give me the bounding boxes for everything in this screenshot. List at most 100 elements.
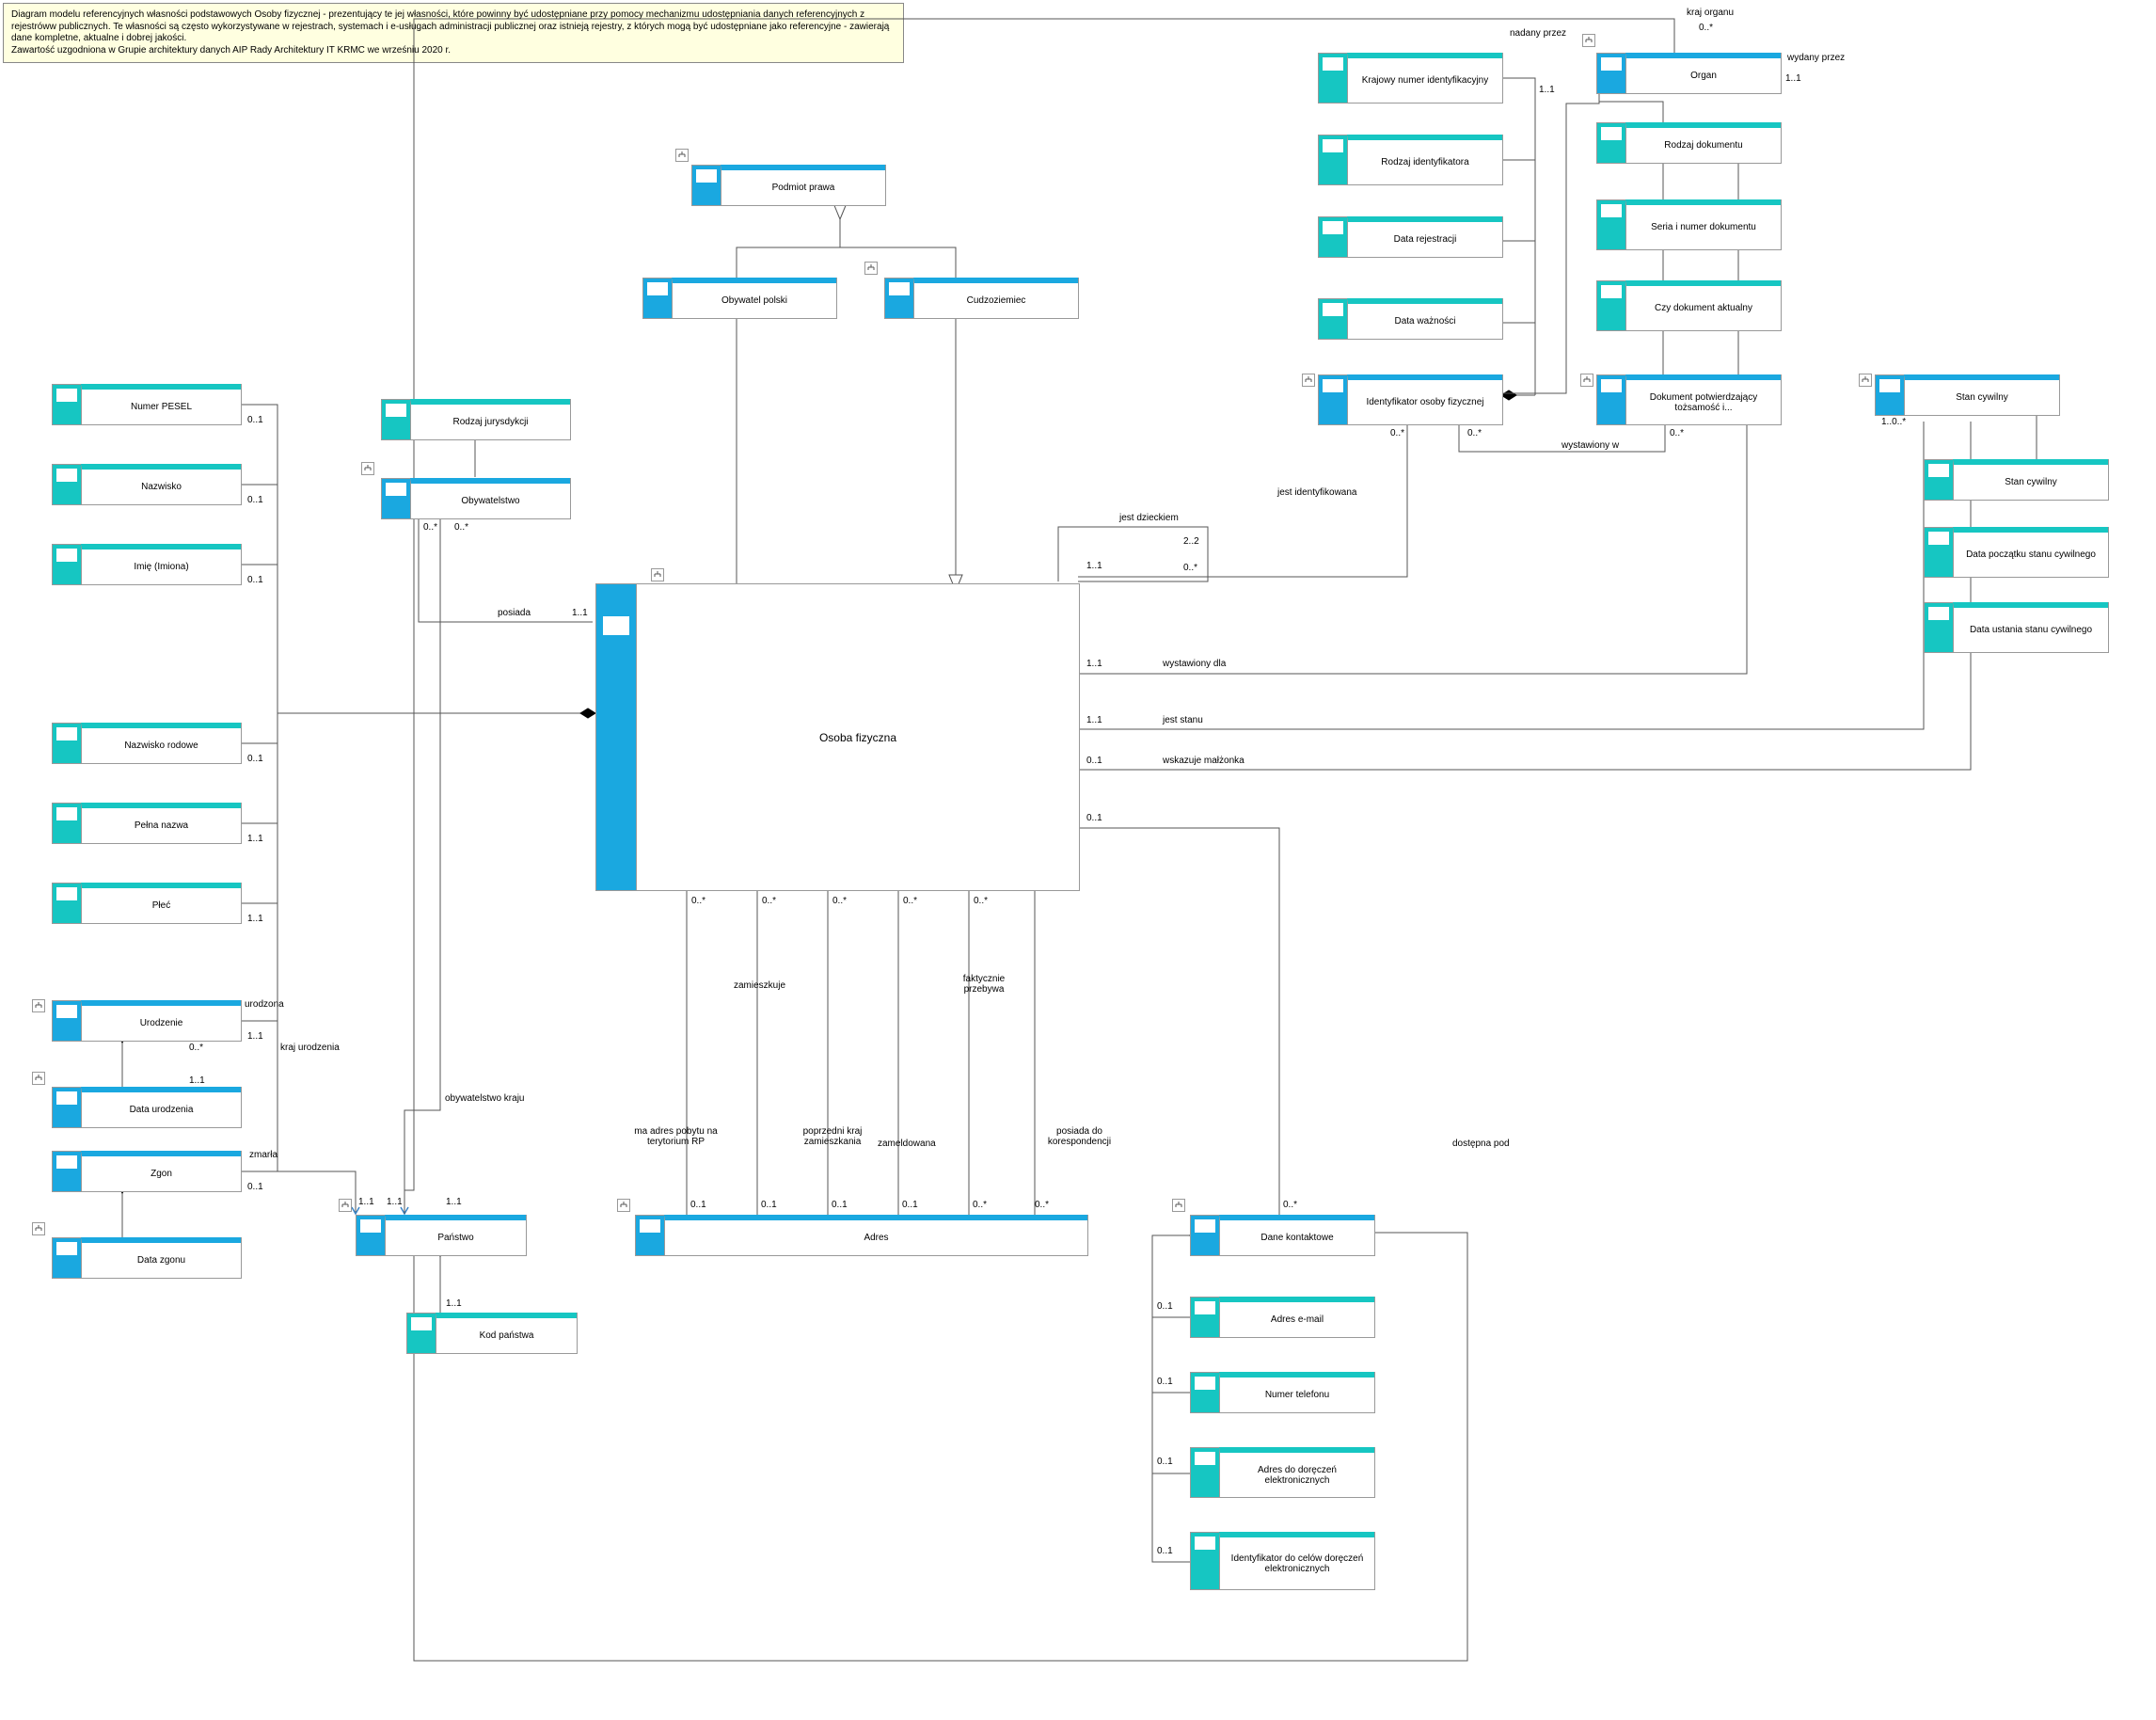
stan-cywilny-attr[interactable]: Stan cywilny xyxy=(1924,459,2109,501)
sub-indicator xyxy=(361,462,374,475)
label-kraj-urodzenia: kraj urodzenia xyxy=(280,1043,340,1053)
label: Identyfikator do celów doręczeń elektron… xyxy=(1219,1532,1374,1589)
label: Numer PESEL xyxy=(81,384,241,424)
imie[interactable]: Imię (Imiona) xyxy=(52,544,242,585)
label: Seria i numer dokumentu xyxy=(1625,199,1781,249)
mult: 0..1 xyxy=(247,495,263,505)
sub-indicator xyxy=(864,262,878,275)
pelna-nazwa[interactable]: Pełna nazwa xyxy=(52,803,242,844)
rodzaj-identyfikatora[interactable]: Rodzaj identyfikatora xyxy=(1318,135,1503,185)
organ[interactable]: Organ xyxy=(1596,53,1782,94)
label: Urodzenie xyxy=(81,1000,241,1041)
mult: 0..* xyxy=(832,896,847,906)
numer-telefonu[interactable]: Numer telefonu xyxy=(1190,1372,1375,1413)
stan-cywilny[interactable]: Stan cywilny xyxy=(1875,374,2060,416)
data-urodzenia[interactable]: Data urodzenia xyxy=(52,1087,242,1128)
mult: 0..* xyxy=(1035,1200,1049,1210)
mult: 0..* xyxy=(1670,428,1684,438)
label-jest-dzieckiem: jest dzieckiem xyxy=(1119,513,1179,523)
sub-indicator xyxy=(1580,374,1593,387)
numer-pesel[interactable]: Numer PESEL xyxy=(52,384,242,425)
label: Data urodzenia xyxy=(81,1087,241,1127)
label-zamieszkuje: zamieszkuje xyxy=(734,980,785,991)
mult: 0..* xyxy=(423,522,437,533)
rodzaj-jurysdykcji[interactable]: Rodzaj jurysdykcji xyxy=(381,399,571,440)
label-wystawiony-dla: wystawiony dla xyxy=(1163,659,1226,669)
mult: 0..1 xyxy=(247,1182,263,1192)
plec[interactable]: Płeć xyxy=(52,883,242,924)
czy-aktualny[interactable]: Czy dokument aktualny xyxy=(1596,280,1782,331)
label: Rodzaj dokumentu xyxy=(1625,122,1781,163)
label: Data ważności xyxy=(1347,298,1502,339)
data-waznosci[interactable]: Data ważności xyxy=(1318,298,1503,340)
diagram-canvas: Diagram modelu referencyjnych własności … xyxy=(0,0,2156,1720)
urodzenie[interactable]: Urodzenie xyxy=(52,1000,242,1042)
label: Stan cywilny xyxy=(1953,459,2108,500)
label: Osoba fizyczna xyxy=(636,584,1079,890)
mult: 0..1 xyxy=(247,575,263,585)
label-poprzedni-kraj: poprzedni kraj zamieszkania xyxy=(790,1126,875,1147)
mult: 0..1 xyxy=(902,1200,918,1210)
rodzaj-dokumentu[interactable]: Rodzaj dokumentu xyxy=(1596,122,1782,164)
label-faktycznie-przebywa: faktycznie przebywa xyxy=(946,974,1022,995)
podmiot-prawa[interactable]: Podmiot prawa xyxy=(691,165,886,206)
label-dostepna-pod: dostępna pod xyxy=(1452,1139,1510,1149)
mult: 1..1 xyxy=(446,1197,462,1207)
data-poczatku-stanu[interactable]: Data początku stanu cywilnego xyxy=(1924,527,2109,578)
nazwisko[interactable]: Nazwisko xyxy=(52,464,242,505)
label: Dokument potwierdzający tożsamość i... xyxy=(1625,374,1781,424)
label: Nazwisko xyxy=(81,464,241,504)
mult: 0..1 xyxy=(1157,1546,1173,1556)
mult: 1..1 xyxy=(1785,73,1801,84)
mult: 0..* xyxy=(454,522,468,533)
label: Identyfikator osoby fizycznej xyxy=(1347,374,1502,424)
adres[interactable]: Adres xyxy=(635,1215,1088,1256)
label-posiada-do-korespondencji: posiada do korespondencji xyxy=(1035,1126,1124,1147)
label: Obywatel polski xyxy=(672,278,836,318)
obywatel-polski[interactable]: Obywatel polski xyxy=(642,278,837,319)
adres-email[interactable]: Adres e-mail xyxy=(1190,1297,1375,1338)
obywatelstwo[interactable]: Obywatelstwo xyxy=(381,478,571,519)
krajowy-numer[interactable]: Krajowy numer identyfikacyjny xyxy=(1318,53,1503,104)
label-wystawiony-w: wystawiony w xyxy=(1562,440,1619,451)
label-posiada: posiada xyxy=(498,608,531,618)
label: Data rejestracji xyxy=(1347,216,1502,257)
label: Data ustania stanu cywilnego xyxy=(1953,602,2108,652)
mult: 1..1 xyxy=(1539,85,1555,95)
mult: 0..1 xyxy=(247,754,263,764)
dane-kontaktowe[interactable]: Dane kontaktowe xyxy=(1190,1215,1375,1256)
data-rejestracji[interactable]: Data rejestracji xyxy=(1318,216,1503,258)
data-zgonu[interactable]: Data zgonu xyxy=(52,1237,242,1279)
mult: 0..* xyxy=(1390,428,1404,438)
adres-doreczen[interactable]: Adres do doręczeń elektronicznych xyxy=(1190,1447,1375,1498)
mult: 1..1 xyxy=(387,1197,403,1207)
label-jest-stanu: jest stanu xyxy=(1163,715,1203,725)
data-ustania-stanu[interactable]: Data ustania stanu cywilnego xyxy=(1924,602,2109,653)
sub-indicator xyxy=(32,1072,45,1085)
label: Państwo xyxy=(385,1215,526,1255)
identyfikator-osoby[interactable]: Identyfikator osoby fizycznej xyxy=(1318,374,1503,425)
sub-indicator xyxy=(1582,34,1595,47)
identyfikator-doreczen[interactable]: Identyfikator do celów doręczeń elektron… xyxy=(1190,1532,1375,1590)
description-note: Diagram modelu referencyjnych własności … xyxy=(3,3,904,63)
zgon[interactable]: Zgon xyxy=(52,1151,242,1192)
sub-indicator xyxy=(651,568,664,581)
dokument-potw[interactable]: Dokument potwierdzający tożsamość i... xyxy=(1596,374,1782,425)
sub-indicator xyxy=(617,1199,630,1212)
mult: 0..1 xyxy=(832,1200,848,1210)
sub-indicator xyxy=(1859,374,1872,387)
label: Numer telefonu xyxy=(1219,1372,1374,1412)
cudzoziemiec[interactable]: Cudzoziemiec xyxy=(884,278,1079,319)
mult: 1..1 xyxy=(446,1298,462,1309)
label: Imię (Imiona) xyxy=(81,544,241,584)
kod-panstwa[interactable]: Kod państwa xyxy=(406,1313,578,1354)
osoba-fizyczna[interactable]: Osoba fizyczna xyxy=(595,583,1080,891)
nazwisko-rodowe[interactable]: Nazwisko rodowe xyxy=(52,723,242,764)
label-jest-identyfikowana: jest identyfikowana xyxy=(1277,487,1357,498)
seria-numer[interactable]: Seria i numer dokumentu xyxy=(1596,199,1782,250)
mult: 0..1 xyxy=(690,1200,706,1210)
mult: 0..* xyxy=(1467,428,1482,438)
label: Płeć xyxy=(81,883,241,923)
panstwo[interactable]: Państwo xyxy=(356,1215,527,1256)
mult: 0..* xyxy=(1183,563,1197,573)
